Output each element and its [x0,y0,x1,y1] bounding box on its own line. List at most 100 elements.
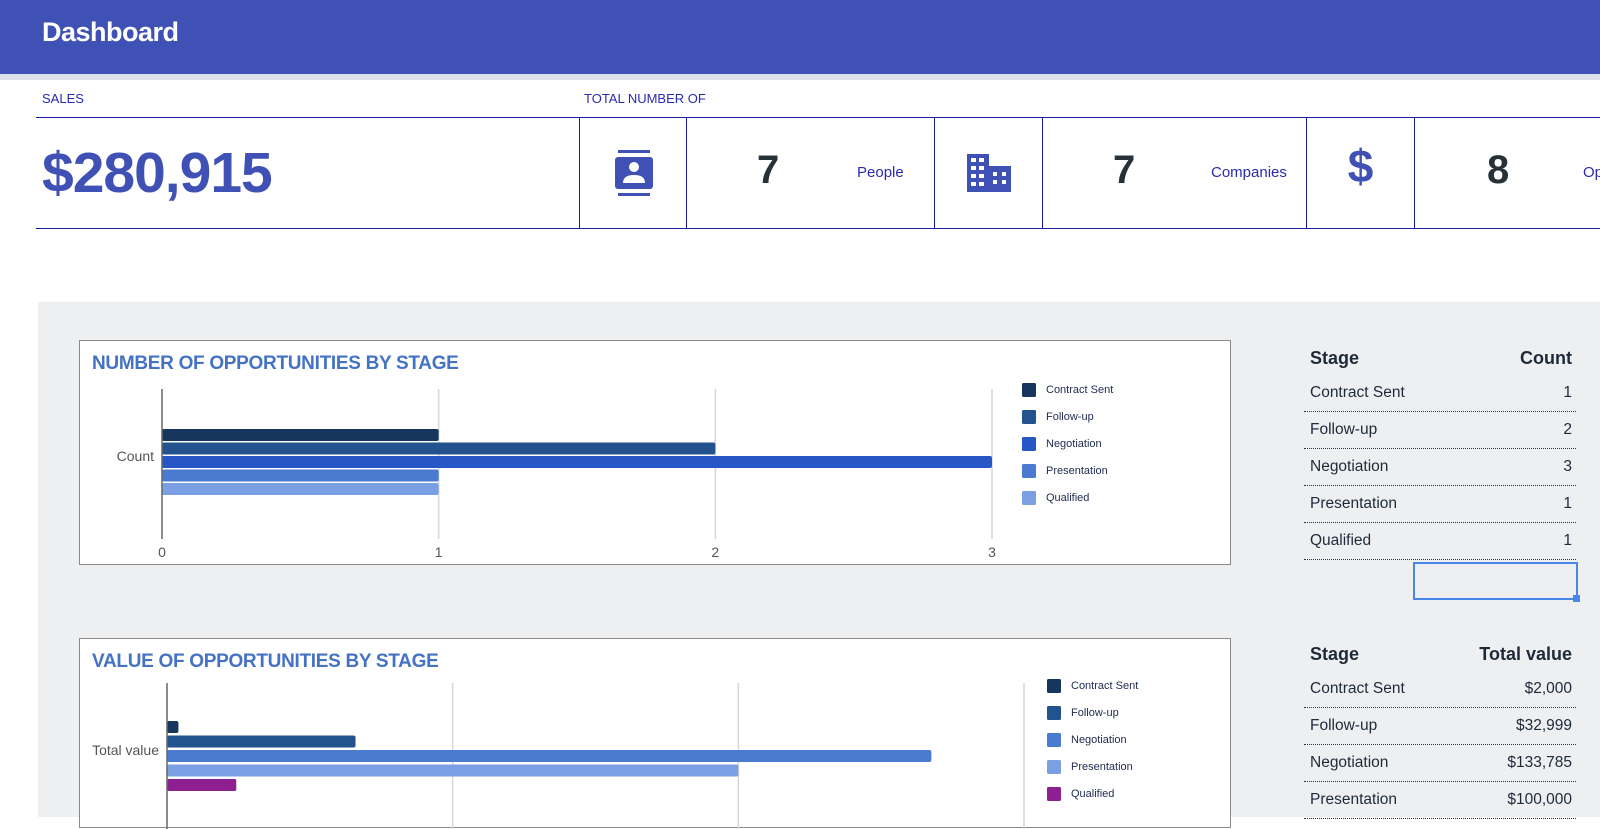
header-divider [0,74,1600,80]
table-row[interactable]: Qualified 1 [1304,523,1576,560]
stage-cell: Follow-up [1310,717,1378,734]
legend-label: Negotiation [1071,734,1127,746]
page-title: Dashboard [42,17,179,47]
bar-presentation [162,469,439,482]
count-chart: Count 0 1 2 3 Contract Sent Follow-up Negotiati… [117,383,1113,560]
count-cell: 2 [1563,421,1572,438]
value-cell: $2,000 [1524,680,1572,697]
companies-label: Companies [1211,164,1287,181]
table-row[interactable]: Follow-up 2 [1304,412,1576,449]
count-header: Count [1520,347,1572,368]
total-value-header: Total value [1479,643,1572,664]
legend-label: Qualified [1046,492,1089,504]
legend-label: Presentation [1046,465,1108,477]
table-row[interactable]: Presentation 1 [1304,486,1576,523]
count-cell: 1 [1563,495,1572,512]
x-tick-label: 3 [988,544,996,560]
opportunities-label: Op [1583,164,1600,181]
companies-icon-cell [934,118,1042,228]
table-row[interactable]: Negotiation 3 [1304,449,1576,486]
legend-swatch [1022,464,1036,478]
value-chart-card[interactable]: VALUE OF OPPORTUNITIES BY STAGE Total va… [79,638,1231,829]
stage-cell: Presentation [1310,791,1398,808]
stage-cell: Negotiation [1310,458,1389,475]
stage-cell: Qualified [1310,532,1372,549]
people-label: People [857,164,904,181]
x-tick-label: 2 [711,544,719,560]
companies-count-cell: 7 Companies [1042,118,1306,228]
bar-qualified [162,483,439,495]
value-table: Stage Total value Contract Sent $2,000 Fo… [1304,637,1576,819]
contact-card-icon [614,150,653,196]
stage-header: Stage [1310,643,1360,664]
people-count-cell: 7 People [686,118,934,228]
legend-label: Follow-up [1046,411,1094,423]
table-row[interactable]: Negotiation $133,785 [1304,745,1576,782]
count-table: Stage Count Contract Sent 1 Follow-up 2 Ne… [1304,341,1576,560]
totals-kpi-strip: 7 People 7 Companies $ 8 Op [579,117,1600,229]
legend-label: Contract Sent [1071,680,1138,692]
bar-negotiation [167,750,932,762]
count-table-header: Stage Count [1304,341,1576,375]
legend-swatch [1022,410,1036,424]
legend-swatch [1047,733,1061,747]
bar-follow-up [167,735,356,748]
table-row[interactable]: Presentation $100,000 [1304,782,1576,819]
category-label: Total value [92,742,159,758]
opportunities-count: 8 [1487,148,1510,192]
stage-cell: Presentation [1310,495,1398,512]
category-label: Count [117,448,154,464]
legend-swatch [1047,679,1061,693]
x-tick-label: 1 [435,544,443,560]
app-header: Dashboard [0,0,1600,74]
value-table-header: Stage Total value [1304,637,1576,671]
bar-follow-up [162,442,716,455]
stage-cell: Negotiation [1310,754,1389,771]
stage-header: Stage [1310,347,1360,368]
stage-cell: Contract Sent [1310,384,1405,401]
count-cell: 1 [1563,384,1572,401]
legend-swatch [1047,787,1061,801]
table-row[interactable]: Contract Sent 1 [1304,375,1576,412]
table-row[interactable]: Follow-up $32,999 [1304,708,1576,745]
value-cell: $133,785 [1507,754,1572,771]
opportunities-icon-cell: $ [1306,118,1414,228]
sales-label: SALES [42,91,84,106]
legend-swatch [1022,383,1036,397]
value-cell: $100,000 [1507,791,1572,808]
legend-label: Presentation [1071,761,1133,773]
fill-handle[interactable] [1573,595,1580,602]
count-cell: 3 [1563,458,1572,475]
people-icon-cell [579,118,687,228]
table-row[interactable]: Contract Sent $2,000 [1304,671,1576,708]
sales-kpi: $280,915 [36,117,580,229]
bar-qualified [167,779,237,791]
legend-swatch [1022,437,1036,451]
count-cell: 1 [1563,532,1572,549]
people-count: 7 [757,148,780,192]
legend-swatch [1022,491,1036,505]
totals-label: TOTAL NUMBER OF [584,91,706,106]
stage-cell: Contract Sent [1310,680,1405,697]
value-cell: $32,999 [1515,717,1572,734]
selected-cell[interactable] [1413,562,1580,602]
opportunities-count-cell: 8 Op [1414,118,1600,228]
bar-contract-sent [162,429,439,441]
bar-negotiation [162,456,992,468]
bar-presentation [167,764,739,777]
value-chart: Total value Contract Sent Follow-up Negotia… [92,679,1138,829]
legend-label: Contract Sent [1046,384,1113,396]
legend-label: Follow-up [1071,707,1119,719]
building-icon [966,154,1011,192]
legend-label: Qualified [1071,788,1114,800]
legend-swatch [1047,760,1061,774]
dollar-icon: $ [1347,140,1374,192]
legend-swatch [1047,706,1061,720]
stage-cell: Follow-up [1310,421,1378,438]
x-tick-label: 0 [158,544,166,560]
count-chart-card[interactable]: NUMBER OF OPPORTUNITIES BY STAGE Count 0 1… [79,340,1231,565]
companies-count: 7 [1113,148,1136,192]
legend-label: Negotiation [1046,438,1102,450]
bar-contract-sent [167,721,179,733]
sales-value: $280,915 [42,141,273,205]
